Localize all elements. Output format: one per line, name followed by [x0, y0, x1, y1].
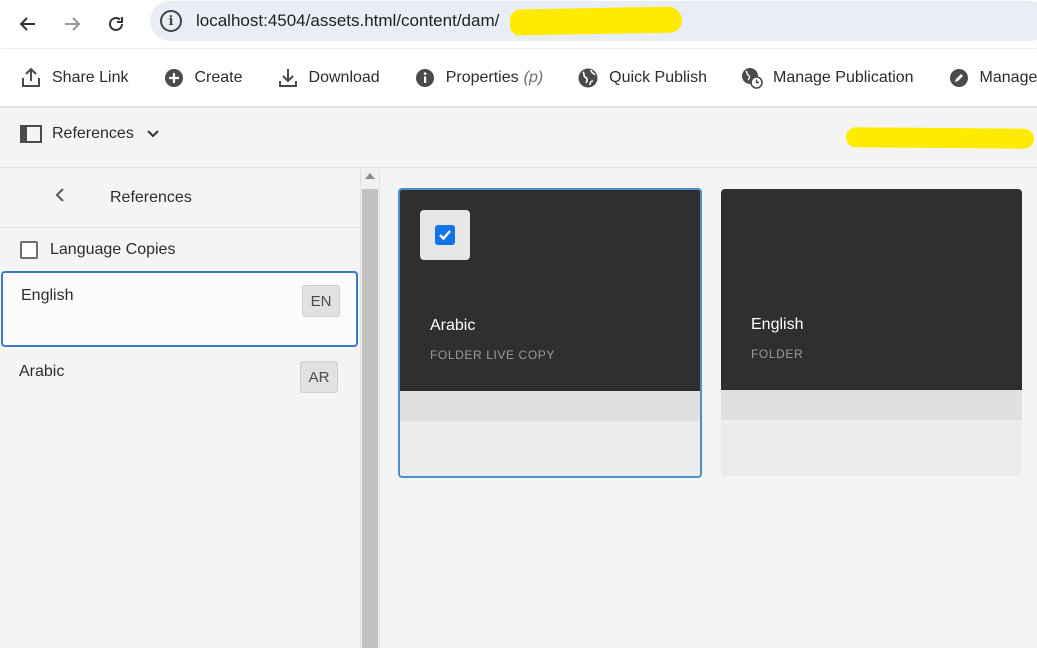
- download-icon: [277, 67, 299, 89]
- action-bar: Share Link Create Download Properties (p…: [0, 49, 1037, 107]
- arrow-right-icon: [65, 17, 81, 31]
- rail-selector[interactable]: References: [20, 125, 160, 143]
- plus-circle-icon: [163, 67, 185, 89]
- language-code-badge: EN: [302, 285, 340, 317]
- share-link-label: Share Link: [52, 68, 129, 86]
- language-code-badge: AR: [300, 361, 338, 393]
- chevron-down-icon: [146, 126, 160, 142]
- site-info-icon[interactable]: i: [160, 10, 182, 32]
- back-button[interactable]: [6, 6, 50, 42]
- language-name: Arabic: [19, 363, 65, 380]
- card-footer-strip: [400, 391, 700, 421]
- properties-button[interactable]: Properties (p): [414, 67, 543, 89]
- rail-panel-icon: [20, 125, 42, 143]
- manage-tags-button[interactable]: Manage T: [948, 67, 1037, 89]
- edit-icon: [948, 67, 970, 89]
- rail-title: References: [110, 189, 192, 206]
- references-rail: References Language Copies English EN Ar…: [0, 169, 360, 648]
- download-button[interactable]: Download: [277, 67, 380, 89]
- checkbox-box[interactable]: [20, 241, 38, 259]
- properties-shortcut: (p): [523, 68, 544, 86]
- globe-icon: [577, 67, 599, 89]
- language-item-arabic[interactable]: Arabic AR: [1, 349, 358, 425]
- card-select-checkbox[interactable]: [420, 210, 470, 260]
- manage-publication-label: Manage Publication: [773, 68, 914, 86]
- folder-card-arabic[interactable]: Arabic FOLDER LIVE COPY: [398, 188, 702, 478]
- redaction-mark: [509, 6, 683, 36]
- scroll-up-arrow[interactable]: [365, 173, 375, 179]
- reload-icon: [109, 16, 123, 31]
- arrow-left-icon: [19, 17, 35, 31]
- share-link-button[interactable]: Share Link: [20, 67, 129, 89]
- folder-card-english[interactable]: English FOLDER: [721, 189, 1022, 476]
- quick-publish-button[interactable]: Quick Publish: [577, 67, 707, 89]
- language-item-english[interactable]: English EN: [1, 271, 358, 347]
- card-subtitle: FOLDER LIVE COPY: [430, 348, 555, 362]
- checkmark-icon: [435, 225, 455, 245]
- redaction-mark: [845, 127, 1035, 149]
- create-label: Create: [194, 68, 243, 86]
- reload-button[interactable]: [94, 6, 138, 42]
- quick-publish-label: Quick Publish: [609, 68, 707, 86]
- forward-button[interactable]: [50, 6, 94, 42]
- manage-tags-label: Manage T: [979, 68, 1037, 86]
- globe-clock-icon: [741, 67, 763, 89]
- language-name: English: [21, 287, 74, 304]
- card-title: English: [751, 316, 804, 333]
- manage-publication-button[interactable]: Manage Publication: [741, 67, 914, 89]
- download-label: Download: [308, 68, 380, 86]
- card-subtitle: FOLDER: [751, 347, 804, 361]
- card-footer-strip: [721, 390, 1022, 420]
- rail-title-bar: References: [0, 169, 360, 228]
- info-icon: [414, 67, 436, 89]
- chevron-left-icon[interactable]: [54, 187, 66, 208]
- scrollbar-thumb[interactable]: [362, 189, 378, 648]
- rail-scrollbar[interactable]: [360, 169, 380, 648]
- properties-label: Properties: [445, 68, 519, 86]
- language-copies-checkbox[interactable]: Language Copies: [20, 241, 175, 259]
- rail-selector-label: References: [52, 125, 134, 142]
- url-text: localhost:4504/assets.html/content/dam/: [196, 11, 500, 30]
- create-button[interactable]: Create: [163, 67, 243, 89]
- share-icon: [20, 67, 42, 89]
- language-copies-label: Language Copies: [50, 241, 176, 258]
- card-title: Arabic: [430, 317, 476, 334]
